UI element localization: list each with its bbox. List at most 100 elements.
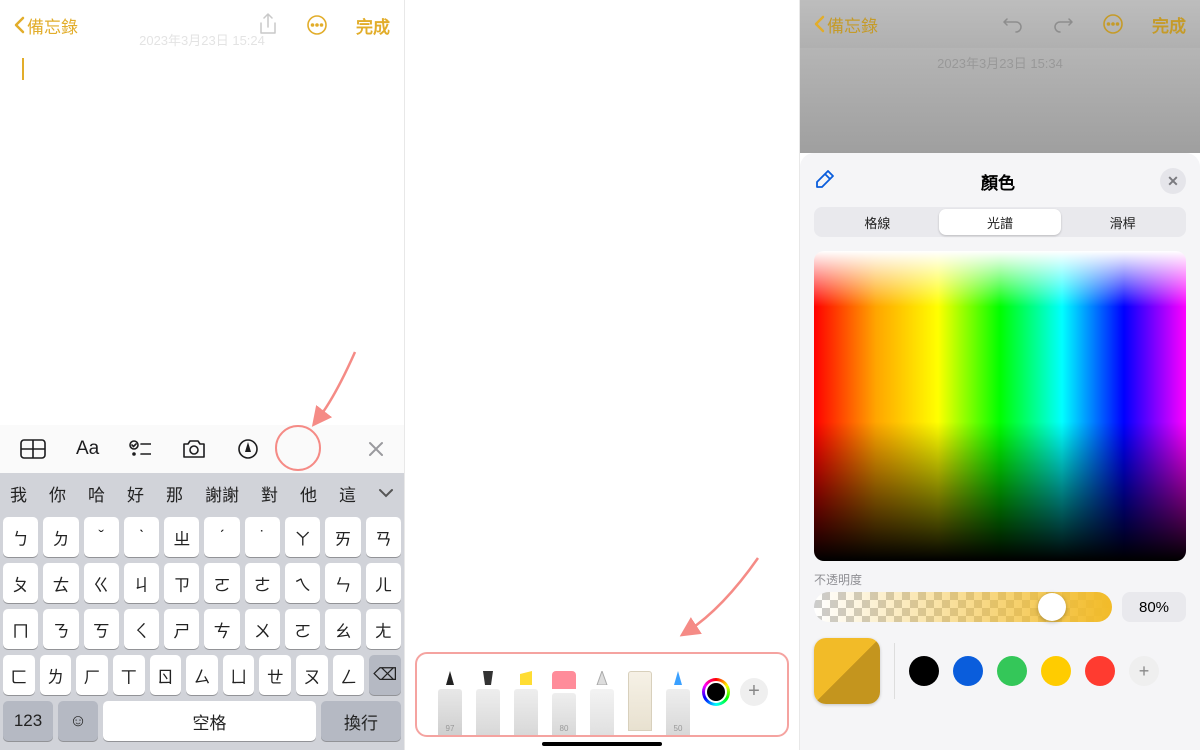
add-swatch-button[interactable]: + xyxy=(1129,656,1159,686)
key[interactable]: ㄗ xyxy=(164,563,199,603)
key[interactable]: ㄥ xyxy=(333,655,365,695)
undo-button[interactable] xyxy=(1002,13,1024,35)
key[interactable]: ㄕ xyxy=(164,609,199,649)
suggestion[interactable]: 他 xyxy=(300,481,317,506)
key[interactable]: ㄙ xyxy=(186,655,218,695)
add-tool-button[interactable]: + xyxy=(740,678,768,706)
suggestion[interactable]: 這 xyxy=(339,481,356,506)
eyedropper-button[interactable] xyxy=(814,168,836,195)
number-key[interactable]: 123 xyxy=(3,701,53,741)
suggestion[interactable]: 那 xyxy=(166,481,183,506)
key[interactable]: ㄒ xyxy=(113,655,145,695)
key[interactable]: ㄈ xyxy=(3,655,35,695)
back-button[interactable]: 備忘錄 xyxy=(14,13,78,38)
key[interactable]: ㄍ xyxy=(84,563,119,603)
opacity-slider[interactable] xyxy=(814,592,1112,622)
pen-tip-icon xyxy=(444,671,456,685)
preset-swatch[interactable] xyxy=(1041,656,1071,686)
key[interactable]: ㄊ xyxy=(43,563,78,603)
markup-button[interactable] xyxy=(237,438,259,460)
key[interactable]: ˊ xyxy=(204,517,239,557)
done-button[interactable]: 完成 xyxy=(1152,12,1186,37)
segment-grid[interactable]: 格線 xyxy=(816,209,939,235)
suggestion[interactable]: 哈 xyxy=(88,481,105,506)
format-button[interactable]: Aa xyxy=(76,438,99,460)
color-picker-button[interactable] xyxy=(702,678,730,706)
opacity-knob[interactable] xyxy=(1038,593,1066,621)
segment-slider[interactable]: 滑桿 xyxy=(1061,209,1184,235)
key[interactable]: ㄖ xyxy=(150,655,182,695)
preset-swatch[interactable] xyxy=(953,656,983,686)
back-button[interactable]: 備忘錄 xyxy=(814,12,878,37)
key[interactable]: ㄩ xyxy=(223,655,255,695)
marker-tip-icon xyxy=(481,671,495,685)
key[interactable]: ㄏ xyxy=(76,655,108,695)
marker-tool[interactable] xyxy=(474,671,502,735)
preset-swatch[interactable] xyxy=(1085,656,1115,686)
key[interactable]: ㄟ xyxy=(285,563,320,603)
key[interactable]: ㄤ xyxy=(366,609,401,649)
key[interactable]: ㄋ xyxy=(43,609,78,649)
key[interactable]: ㄜ xyxy=(245,563,280,603)
preset-swatch[interactable] xyxy=(909,656,939,686)
suggestion[interactable]: 我 xyxy=(10,481,27,506)
done-button[interactable]: 完成 xyxy=(356,13,390,38)
more-button[interactable] xyxy=(306,14,328,36)
key[interactable]: ㄨ xyxy=(245,609,280,649)
return-key[interactable]: 換行 xyxy=(321,701,401,741)
keyboard-row: ㄅㄉˇˋㄓˊ˙ㄚㄞㄢ xyxy=(3,517,401,557)
key[interactable]: ㄓ xyxy=(164,517,199,557)
backspace-key[interactable]: ⌫ xyxy=(369,655,401,695)
key[interactable]: ㄢ xyxy=(366,517,401,557)
key[interactable]: ㄦ xyxy=(366,563,401,603)
key[interactable]: ㄇ xyxy=(3,609,38,649)
key[interactable]: ㄡ xyxy=(296,655,328,695)
key[interactable]: ㄆ xyxy=(3,563,38,603)
suggestion[interactable]: 好 xyxy=(127,481,144,506)
table-button[interactable] xyxy=(20,439,46,459)
markup-icon xyxy=(237,438,259,460)
close-sheet-button[interactable]: ✕ xyxy=(1160,168,1186,194)
space-key[interactable]: 空格 xyxy=(103,701,316,741)
more-button[interactable] xyxy=(1102,13,1124,35)
key[interactable]: ㄣ xyxy=(325,563,360,603)
highlighter-tool[interactable] xyxy=(512,671,540,735)
dismiss-toolbar-button[interactable] xyxy=(368,441,384,457)
pencil-tool[interactable]: 50 xyxy=(664,671,692,735)
undo-icon xyxy=(1002,13,1024,35)
key[interactable]: ㄛ xyxy=(285,609,320,649)
expand-suggestions[interactable] xyxy=(378,483,394,503)
key[interactable]: ㄚ xyxy=(285,517,320,557)
key[interactable]: ˋ xyxy=(124,517,159,557)
pen-tool[interactable]: 97 xyxy=(436,671,464,735)
camera-button[interactable] xyxy=(181,439,207,459)
redo-button[interactable] xyxy=(1052,13,1074,35)
key[interactable]: ˙ xyxy=(245,517,280,557)
key[interactable]: ㄉ xyxy=(43,517,78,557)
key[interactable]: ㄘ xyxy=(204,609,239,649)
key[interactable]: ㄝ xyxy=(259,655,291,695)
tool-size-label: 80 xyxy=(560,724,569,733)
tool-size-label: 50 xyxy=(674,724,683,733)
suggestion[interactable]: 對 xyxy=(261,481,278,506)
note-date: 2023年3月23日 15:34 xyxy=(937,53,1063,72)
key[interactable]: ㄞ xyxy=(325,517,360,557)
lasso-tool[interactable] xyxy=(588,671,616,735)
suggestion[interactable]: 謝謝 xyxy=(205,481,239,506)
color-spectrum[interactable] xyxy=(814,251,1186,561)
key[interactable]: ˇ xyxy=(84,517,119,557)
emoji-key[interactable]: ☺ xyxy=(58,701,98,741)
segment-spectrum[interactable]: 光譜 xyxy=(939,209,1062,235)
suggestion[interactable]: 你 xyxy=(49,481,66,506)
key[interactable]: ㄎ xyxy=(84,609,119,649)
key[interactable]: ㄅ xyxy=(3,517,38,557)
checklist-button[interactable] xyxy=(129,440,151,458)
key[interactable]: ㄠ xyxy=(325,609,360,649)
key[interactable]: ㄌ xyxy=(40,655,72,695)
key[interactable]: ㄑ xyxy=(124,609,159,649)
ruler-tool[interactable] xyxy=(626,671,654,735)
eraser-tool[interactable]: 80 xyxy=(550,671,578,735)
key[interactable]: ㄛ xyxy=(204,563,239,603)
preset-swatch[interactable] xyxy=(997,656,1027,686)
key[interactable]: ㄐ xyxy=(124,563,159,603)
